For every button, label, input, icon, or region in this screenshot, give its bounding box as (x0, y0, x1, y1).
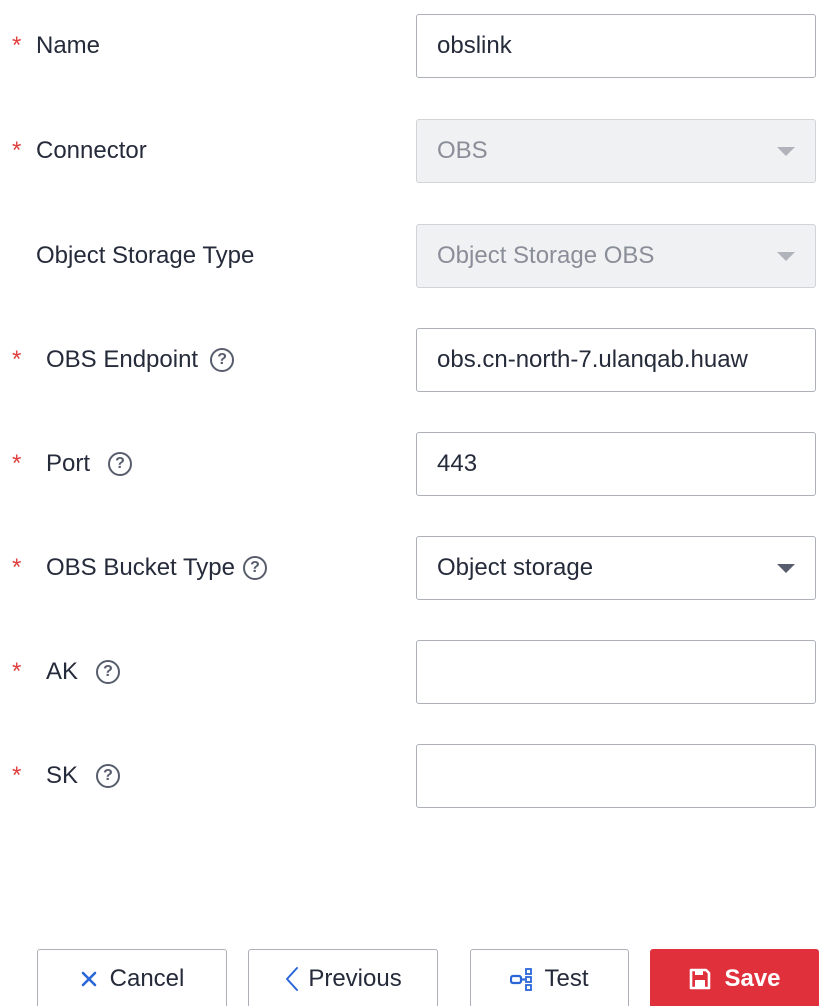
name-label: * Name (0, 32, 100, 60)
help-circle-icon[interactable]: ? (108, 452, 133, 476)
previous-button[interactable]: Previous (248, 949, 438, 1006)
previous-label: Previous (308, 965, 402, 992)
help-circle-icon[interactable]: ? (96, 764, 121, 788)
required-mark: * (12, 658, 22, 685)
object-storage-type-row: Object Storage Type Object Storage OBS (0, 224, 819, 288)
close-icon (80, 970, 98, 988)
ak-label-text: AK (46, 658, 79, 685)
required-mark: * (12, 32, 22, 59)
connector-select: OBS (416, 119, 816, 183)
obs-bucket-type-label: * OBS Bucket Type ? (0, 554, 267, 582)
ak-field[interactable] (416, 640, 816, 704)
object-storage-type-label: Object Storage Type (0, 242, 254, 270)
caret-down-icon (777, 146, 795, 156)
object-storage-type-select: Object Storage OBS (416, 224, 816, 288)
obs-endpoint-field[interactable] (416, 328, 816, 392)
required-mark: * (12, 346, 22, 373)
obs-endpoint-input[interactable] (437, 346, 795, 374)
obs-endpoint-row: * OBS Endpoint ? (0, 328, 819, 392)
caret-down-icon[interactable] (777, 563, 795, 573)
sk-label: * SK ? (0, 762, 121, 790)
required-mark: * (12, 137, 22, 164)
ak-row: * AK ? (0, 640, 819, 704)
cancel-button[interactable]: Cancel (37, 949, 227, 1006)
name-label-text: Name (36, 32, 101, 59)
connector-label-text: Connector (36, 137, 147, 164)
sk-input[interactable] (437, 762, 795, 790)
test-button[interactable]: Test (470, 949, 629, 1006)
connection-test-icon (510, 967, 536, 991)
port-label-text: Port (46, 450, 91, 477)
obs-bucket-type-select[interactable]: Object storage (416, 536, 816, 600)
port-row: * Port ? (0, 432, 819, 496)
obs-endpoint-label: * OBS Endpoint ? (0, 346, 235, 374)
chevron-left-icon (284, 965, 300, 993)
obs-bucket-type-row: * OBS Bucket Type ? Object storage (0, 536, 819, 600)
test-label: Test (544, 965, 589, 992)
save-button[interactable]: Save (650, 949, 819, 1006)
connector-label: * Connector (0, 137, 147, 165)
help-circle-icon[interactable]: ? (96, 660, 121, 684)
cancel-label: Cancel (109, 965, 185, 992)
ak-label: * AK ? (0, 658, 121, 686)
name-row: * Name (0, 14, 819, 78)
port-input[interactable] (437, 450, 795, 478)
sk-field[interactable] (416, 744, 816, 808)
object-storage-type-label-text: Object Storage Type (36, 242, 255, 269)
caret-down-icon (777, 251, 795, 261)
obs-bucket-type-value: Object storage (437, 554, 594, 581)
connector-value: OBS (437, 137, 488, 164)
connector-row: * Connector OBS (0, 119, 819, 183)
required-mark: * (12, 554, 22, 581)
object-storage-type-value: Object Storage OBS (437, 242, 655, 269)
required-mark: * (12, 762, 22, 789)
name-input[interactable] (437, 32, 795, 60)
save-icon (688, 967, 712, 991)
sk-row: * SK ? (0, 744, 819, 808)
required-mark: * (12, 450, 22, 477)
name-field[interactable] (416, 14, 816, 78)
save-label: Save (724, 965, 781, 992)
obs-bucket-type-label-text: OBS Bucket Type (46, 554, 235, 581)
sk-label-text: SK (46, 762, 79, 789)
ak-input[interactable] (437, 658, 795, 686)
link-config-form: * Name * Connector OBS Object Storage Ty… (0, 0, 819, 1006)
port-field[interactable] (416, 432, 816, 496)
obs-endpoint-label-text: OBS Endpoint (46, 346, 199, 373)
port-label: * Port ? (0, 450, 133, 478)
help-circle-icon[interactable]: ? (243, 556, 267, 580)
help-circle-icon[interactable]: ? (210, 348, 235, 372)
